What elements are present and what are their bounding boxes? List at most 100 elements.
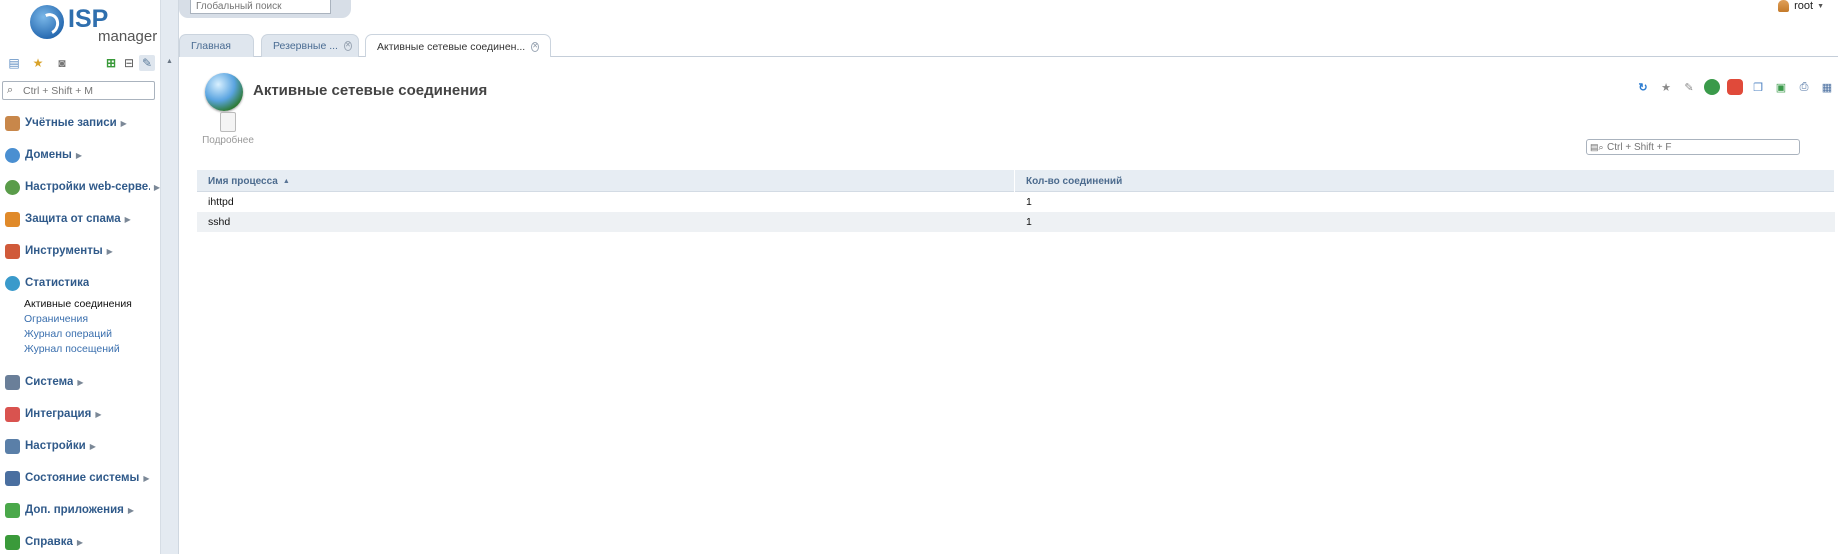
tab-active-connections[interactable]: Активные сетевые соединен... ✕ (365, 34, 551, 58)
monitor-icon (5, 470, 20, 486)
tree-view-icon[interactable]: ▤ (6, 55, 22, 71)
sidebar-item-integration[interactable]: Интеграция ▶ (5, 404, 160, 424)
table-header: Имя процесса ▲ Кол-во соединений (197, 170, 1835, 192)
sidebar-item-extra-apps[interactable]: Доп. приложения ▶ (5, 500, 160, 520)
sidebar-item-label: Настройки (25, 440, 86, 452)
globe-icon[interactable] (1704, 79, 1720, 95)
global-search-input[interactable] (190, 0, 331, 14)
main-content: Активные сетевые соединения ↻ ★ ✎ ❐ ▣ ⎙ … (179, 57, 1838, 554)
chevron-right-icon: ▶ (143, 473, 150, 483)
sidebar-subitem-operations-log[interactable]: Журнал операций (24, 328, 112, 340)
expand-all-icon[interactable]: ⊞ (103, 55, 119, 71)
column-header-connection-count[interactable]: Кол-во соединений (1015, 170, 1835, 192)
table-filter-input[interactable] (1607, 140, 1797, 154)
tab-label: Резервные ... (273, 40, 338, 52)
copy-icon[interactable]: ❐ (1750, 79, 1766, 95)
sidebar-item-statistics[interactable]: Статистика (5, 273, 160, 293)
chevron-right-icon: ▶ (153, 182, 160, 192)
help-icon (5, 534, 20, 550)
sidebar-subitem-limits[interactable]: Ограничения (24, 313, 88, 325)
chevron-right-icon: ▶ (76, 537, 84, 547)
sidebar-item-settings[interactable]: Настройки ▶ (5, 436, 160, 456)
user-menu[interactable]: root ▼ (1778, 0, 1824, 12)
sidebar-item-label: Учётные записи (25, 117, 117, 129)
collapse-up-icon[interactable]: ▲ (166, 58, 173, 65)
topbar: root ▼ Главная Резервные ... ✕ Активные … (179, 0, 1838, 58)
network-globe-icon (205, 73, 243, 111)
plus-icon (5, 502, 20, 518)
sidebar-toolbar: ▤ ★ ◙ ⊞ ⊟ ✎ (4, 55, 155, 73)
tab-label: Главная (191, 40, 231, 52)
tools-icon (5, 243, 20, 259)
statistics-icon (5, 275, 20, 291)
globe-icon (5, 147, 20, 163)
table-row[interactable]: sshd 1 (197, 212, 1835, 232)
web-settings-icon (5, 179, 20, 195)
sidebar-item-label: Инструменты (25, 245, 103, 257)
chevron-right-icon: ▶ (124, 214, 131, 224)
page-actions-toolbar: ↻ ★ ✎ ❐ ▣ ⎙ ▦ (1628, 79, 1835, 95)
tab-home[interactable]: Главная (179, 34, 254, 57)
tab-bar: Главная Резервные ... ✕ Активные сетевые… (179, 34, 1838, 58)
chevron-right-icon: ▶ (77, 377, 84, 387)
close-tab-icon[interactable]: ✕ (531, 41, 540, 52)
chevron-down-icon: ▼ (1817, 2, 1824, 10)
export-icon[interactable]: ▣ (1773, 79, 1789, 95)
connections-table: Имя процесса ▲ Кол-во соединений ihttpd … (197, 170, 1835, 232)
refresh-icon[interactable]: ↻ (1635, 79, 1651, 95)
cell-process-name: sshd (208, 216, 231, 228)
sidebar-item-accounts[interactable]: Учётные записи ▶ (5, 113, 160, 133)
users-icon (5, 115, 20, 131)
column-header-label: Кол-во соединений (1026, 175, 1123, 187)
shield-icon (5, 211, 20, 227)
chevron-right-icon: ▶ (106, 246, 113, 256)
column-header-process-name[interactable]: Имя процесса ▲ (197, 170, 1015, 192)
sidebar-item-system[interactable]: Система ▶ (5, 372, 160, 392)
logo[interactable]: ISP manager (30, 5, 160, 45)
chevron-right-icon: ▶ (120, 118, 127, 128)
camera-icon[interactable]: ◙ (54, 55, 70, 71)
sidebar-item-domains[interactable]: Домены ▶ (5, 145, 160, 165)
sidebar-item-label: Настройки web-серве... (25, 181, 150, 193)
sidebar-item-spam-protection[interactable]: Защита от спама ▶ (5, 209, 160, 229)
collapse-all-icon[interactable]: ⊟ (121, 55, 137, 71)
sidebar-splitter[interactable]: ▲ (161, 0, 179, 554)
sidebar-item-label: Домены (25, 149, 72, 161)
pin-icon[interactable]: ✎ (1681, 79, 1697, 95)
column-header-label: Имя процесса (208, 175, 278, 187)
sidebar-subitem-visits-log[interactable]: Журнал посещений (24, 343, 120, 355)
table-row[interactable]: ihttpd 1 (197, 192, 1835, 212)
database-icon[interactable] (1727, 79, 1743, 95)
sidebar-item-system-status[interactable]: Состояние системы ▶ (5, 468, 160, 488)
sidebar-item-help[interactable]: Справка ▶ (5, 532, 160, 552)
cell-connection-count: 1 (1026, 196, 1032, 208)
menu-search[interactable]: ⌕ (2, 81, 155, 100)
document-icon (220, 112, 236, 132)
app-root: ISP manager ▤ ★ ◙ ⊞ ⊟ ✎ ⌕ Учётные записи… (0, 0, 1838, 554)
system-icon (5, 374, 20, 390)
menu-search-input[interactable] (23, 83, 151, 98)
sidebar-subitem-active-connections[interactable]: Активные соединения (24, 298, 132, 310)
print-icon[interactable]: ⎙ (1796, 79, 1812, 95)
sidebar-item-tools[interactable]: Инструменты ▶ (5, 241, 160, 261)
details-button[interactable]: Подробнее (201, 112, 255, 146)
user-name: root (1794, 0, 1814, 12)
user-icon (1778, 0, 1790, 12)
close-tab-icon[interactable]: ✕ (343, 41, 352, 51)
sidebar-item-label: Интеграция (25, 408, 92, 420)
search-icon: ⌕ (7, 84, 14, 96)
cell-connection-count: 1 (1026, 216, 1032, 228)
cell-process-name: ihttpd (208, 196, 234, 208)
table-filter[interactable]: ▤⌕ (1586, 139, 1800, 155)
chevron-right-icon: ▶ (127, 505, 135, 515)
favorites-star-icon[interactable]: ★ (30, 55, 46, 71)
tab-backups[interactable]: Резервные ... ✕ (261, 34, 359, 57)
table-settings-icon[interactable]: ▦ (1819, 79, 1835, 95)
sidebar-item-web-settings[interactable]: Настройки web-серве... ▶ (5, 177, 160, 197)
filter-search-icon: ▤⌕ (1590, 142, 1604, 152)
star-icon[interactable]: ★ (1658, 79, 1674, 95)
sidebar-item-label: Защита от спама (25, 213, 121, 225)
pin-icon[interactable]: ✎ (139, 55, 155, 71)
settings-icon (5, 438, 20, 454)
sidebar-item-label: Состояние системы (25, 472, 140, 484)
